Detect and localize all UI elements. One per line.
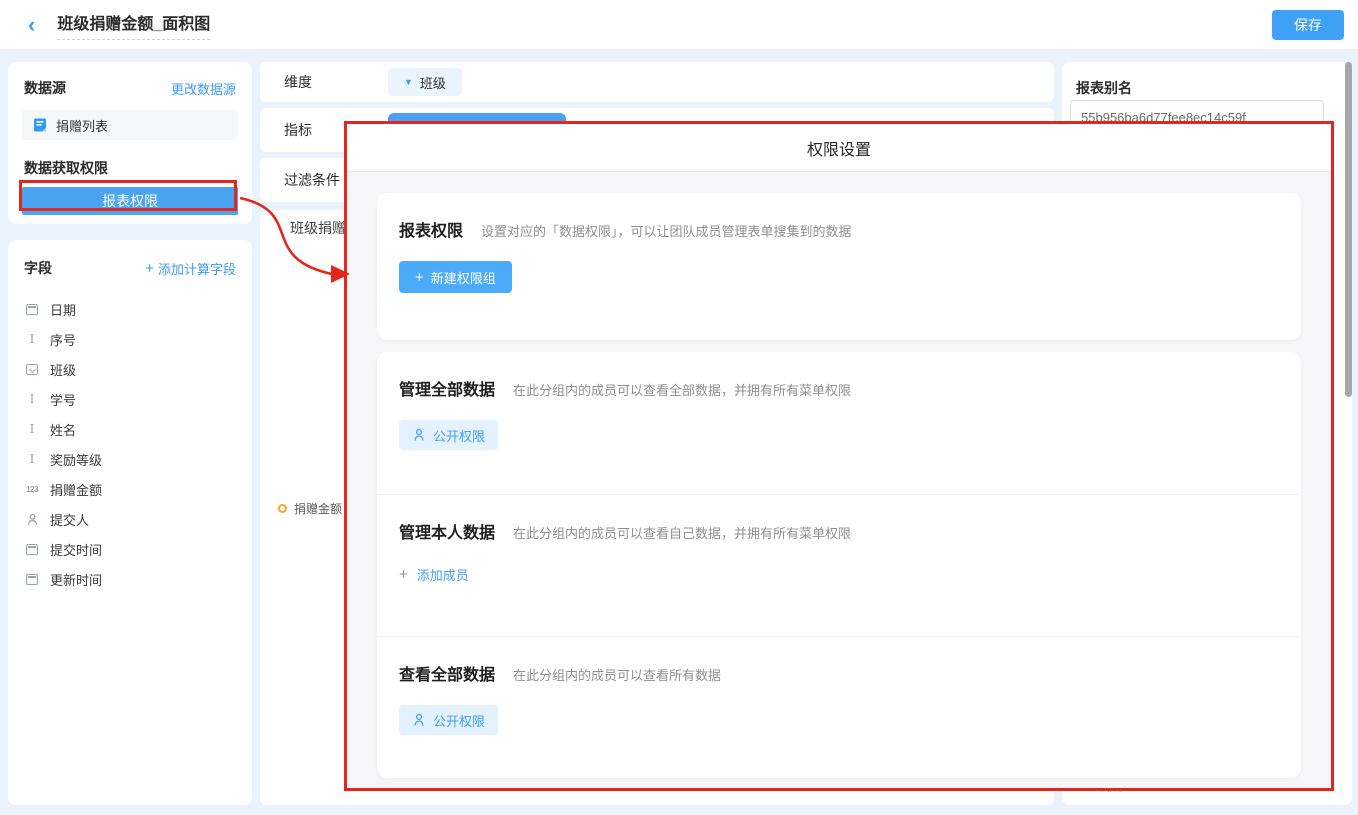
modal-body: 报表权限 设置对应的「数据权限」，可以让团队成员管理表单搜集到的数据 + 新建权… [347,172,1331,788]
add-member-label: 添加成员 [417,565,469,584]
add-calc-field-link[interactable]: + 添加计算字段 [145,259,236,278]
modal-header: 权限设置 [347,124,1331,172]
report-permission-card: 报表权限 设置对应的「数据权限」，可以让团队成员管理表单搜集到的数据 + 新建权… [377,193,1301,340]
field-row[interactable]: 班级 [8,354,252,384]
filter-label: 过滤条件 [284,170,340,190]
field-label: 姓名 [50,420,76,439]
field-row[interactable]: 提交时间 [8,534,252,564]
field-label: 班级 [50,360,76,379]
field-label: 日期 [50,300,76,319]
calendar-icon [24,304,40,315]
legend-dot-icon [278,504,287,513]
field-row[interactable]: I 姓名 [8,414,252,444]
change-datasource-link[interactable]: 更改数据源 [171,79,236,98]
new-permission-group-label: 新建权限组 [431,268,496,287]
datasource-panel: 数据源 更改数据源 捐赠列表 数据获取权限 报表权限 [8,62,252,224]
text-icon: I [24,393,40,405]
person-icon [412,713,426,727]
page-title: 班级捐赠金额_面积图 [57,10,210,40]
field-label: 更新时间 [50,570,102,589]
text-icon: I [24,453,40,465]
calendar-icon [24,574,40,585]
field-label: 序号 [50,330,76,349]
fields-panel: 字段 + 添加计算字段 日期 I 序号 班级 I 学号 I 姓名 I 奖励等级 [8,240,252,805]
alias-title: 报表别名 [1076,78,1132,98]
datasource-item-label: 捐赠列表 [56,116,108,135]
dimension-tag-label: 班级 [420,73,446,92]
report-permission-title: 报表权限 [399,217,463,241]
text-icon: I [24,423,40,435]
datasource-title: 数据源 [24,78,66,98]
back-icon[interactable]: ‹ [28,14,35,36]
section-title: 查看全部数据 [399,661,495,685]
plus-icon: + [399,566,408,583]
top-header: ‹ 班级捐赠金额_面积图 保存 [0,0,1358,50]
new-permission-group-button[interactable]: + 新建权限组 [399,261,512,293]
field-label: 奖励等级 [50,450,102,469]
field-row[interactable]: I 序号 [8,324,252,354]
section-desc: 在此分组内的成员可以查看全部数据，并拥有所有菜单权限 [513,380,851,399]
add-calc-field-label: 添加计算字段 [158,259,236,278]
dimension-row: 维度 ▼ 班级 [260,62,1054,102]
report-permission-button[interactable]: 报表权限 [22,187,238,215]
legend-label: 捐赠金额 [294,500,342,517]
metric-label: 指标 [284,120,312,140]
field-row[interactable]: 日期 [8,294,252,324]
field-label: 学号 [50,390,76,409]
section-manage-own-data: 管理本人数据 在此分组内的成员可以查看自己数据，并拥有所有菜单权限 + 添加成员 [377,494,1301,636]
public-permission-chip[interactable]: 公开权限 [399,705,498,735]
field-row[interactable]: I 奖励等级 [8,444,252,474]
public-permission-label: 公开权限 [433,711,485,730]
dimension-tag[interactable]: ▼ 班级 [388,68,462,96]
text-icon: I [24,333,40,345]
number-icon: 123 [24,485,40,494]
field-row[interactable]: 更新时间 [8,564,252,594]
field-label: 提交时间 [50,540,102,559]
public-permission-label: 公开权限 [433,426,485,445]
section-title: 管理本人数据 [399,519,495,543]
plus-icon: + [415,269,424,286]
section-view-all-data: 查看全部数据 在此分组内的成员可以查看所有数据 公开权限 [377,636,1301,778]
caret-down-icon: ▼ [404,77,413,87]
chart-legend: 捐赠金额 [278,500,342,517]
add-member-link[interactable]: + 添加成员 [399,565,469,584]
field-row[interactable]: 123 捐赠金额 [8,474,252,504]
modal-title: 权限设置 [807,136,871,160]
person-icon [24,513,40,526]
section-desc: 在此分组内的成员可以查看自己数据，并拥有所有菜单权限 [513,523,851,542]
field-row[interactable]: I 学号 [8,384,252,414]
permission-modal: 权限设置 报表权限 设置对应的「数据权限」，可以让团队成员管理表单搜集到的数据 … [347,124,1331,788]
scrollbar-thumb[interactable] [1345,62,1352,397]
plus-icon: + [145,260,154,277]
person-icon [412,428,426,442]
public-permission-chip[interactable]: 公开权限 [399,420,498,450]
data-permission-title: 数据获取权限 [24,160,108,176]
select-icon [24,364,40,375]
save-button[interactable]: 保存 [1272,10,1344,40]
field-label: 捐赠金额 [50,480,102,499]
field-row[interactable]: 提交人 [8,504,252,534]
calendar-icon [24,544,40,555]
section-title: 管理全部数据 [399,376,495,400]
section-manage-all-data: 管理全部数据 在此分组内的成员可以查看全部数据，并拥有所有菜单权限 公开权限 [377,352,1301,494]
form-document-icon [32,118,48,132]
datasource-item[interactable]: 捐赠列表 [22,110,238,140]
field-label: 提交人 [50,510,89,529]
report-permission-desc: 设置对应的「数据权限」，可以让团队成员管理表单搜集到的数据 [481,221,852,240]
section-desc: 在此分组内的成员可以查看所有数据 [513,665,721,684]
dimension-label: 维度 [284,72,388,92]
fields-title: 字段 [24,258,52,278]
permission-groups-card: 管理全部数据 在此分组内的成员可以查看全部数据，并拥有所有菜单权限 公开权限 管… [377,352,1301,778]
